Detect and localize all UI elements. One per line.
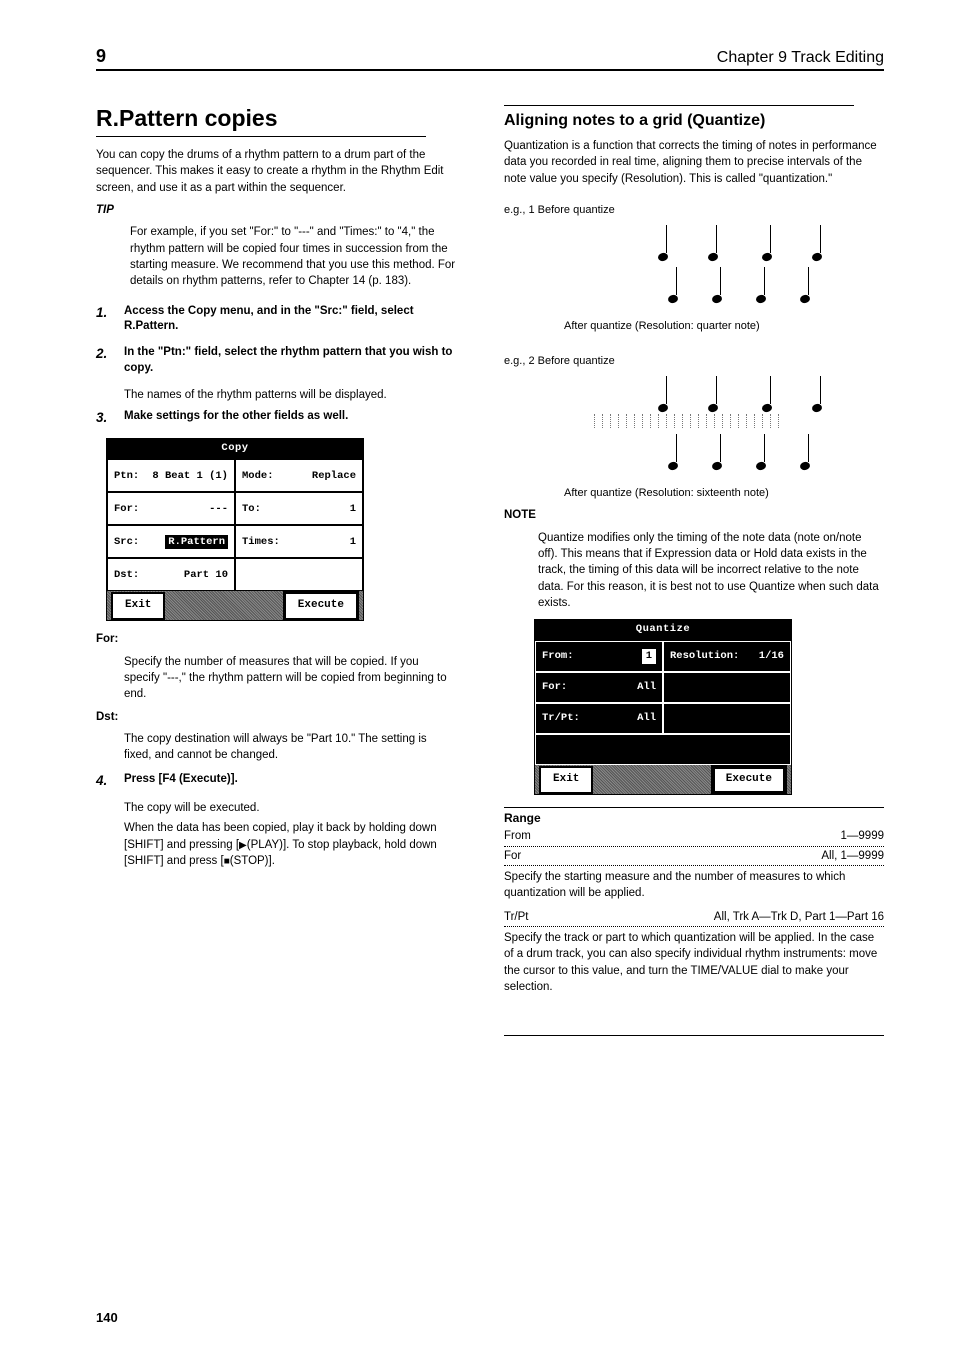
step-2-text: In the "Ptn:" field, select the rhythm p… xyxy=(124,345,456,377)
param-from: From1—9999 xyxy=(504,827,884,846)
topic-heading: R.Pattern copies xyxy=(96,105,456,132)
intro-paragraph: You can copy the drums of a rhythm patte… xyxy=(96,147,456,196)
play-icon xyxy=(239,839,247,851)
copy-ptn-field[interactable]: Ptn:8 Beat 1 (1) xyxy=(107,459,235,492)
tip-body: For example, if you set "For:" to "---" … xyxy=(96,224,456,289)
note-body: Quantize modifies only the timing of the… xyxy=(504,530,884,612)
q-execute-button[interactable]: Execute xyxy=(711,765,787,795)
example2-label: e.g., 2 Before quantize xyxy=(504,354,884,370)
divider xyxy=(504,1035,884,1036)
tick-marks xyxy=(504,414,884,428)
chapter-header: 9 Chapter 9 Track Editing xyxy=(96,46,884,71)
notes-before-1 xyxy=(504,225,884,261)
dst-subtext: The copy destination will always be "Par… xyxy=(124,731,456,764)
copy-exit-button[interactable]: Exit xyxy=(111,592,165,620)
q-resolution-field[interactable]: Resolution:1/16 xyxy=(663,641,791,672)
copy-to-field[interactable]: To:1 xyxy=(235,492,363,525)
copy-dialog: Copy Ptn:8 Beat 1 (1) Mode:Replace For:-… xyxy=(106,438,364,622)
param-desc-1: Specify the starting measure and the num… xyxy=(504,869,884,902)
step-1: 1. Access the Copy menu, and in the "Src… xyxy=(96,304,456,336)
step-3: 3. Make settings for the other fields as… xyxy=(96,409,456,427)
divider xyxy=(504,105,854,106)
step-4-sub1: The copy will be executed. xyxy=(124,800,456,816)
step-3-text: Make settings for the other fields as we… xyxy=(124,409,348,427)
param-trpt: Tr/PtAll, Trk A—Trk D, Part 1—Part 16 xyxy=(504,908,884,927)
q-empty-1 xyxy=(663,672,791,703)
example1-label: e.g., 1 Before quantize xyxy=(504,203,884,219)
divider xyxy=(504,807,884,808)
copy-src-field[interactable]: Src:R.Pattern xyxy=(107,525,235,558)
q-exit-button[interactable]: Exit xyxy=(539,766,593,794)
q-empty-3 xyxy=(535,734,791,765)
q-empty-2 xyxy=(663,703,791,734)
note-label: NOTE xyxy=(504,509,536,521)
copy-mode-field[interactable]: Mode:Replace xyxy=(235,459,363,492)
step-4-sub2: When the data has been copied, play it b… xyxy=(124,820,456,869)
notes-after-2 xyxy=(504,434,884,470)
example2-after-label: After quantize (Resolution: sixteenth no… xyxy=(504,486,884,502)
example1-after-label: After quantize (Resolution: quarter note… xyxy=(504,319,884,335)
section-title: Aligning notes to a grid (Quantize) xyxy=(504,112,884,130)
tip-label: TIP xyxy=(96,204,114,216)
quantize-dialog: Quantize From:1 Resolution:1/16 For:All … xyxy=(534,619,792,795)
section-intro: Quantization is a function that corrects… xyxy=(504,138,884,187)
step-4: 4. Press [F4 (Execute)]. xyxy=(96,772,456,790)
chapter-title: Chapter 9 Track Editing xyxy=(717,49,884,67)
divider xyxy=(96,136,426,137)
q-for-field[interactable]: For:All xyxy=(535,672,663,703)
copy-empty-cell xyxy=(235,558,363,591)
chapter-number: 9 xyxy=(96,46,106,67)
step-1-text: Access the Copy menu, and in the "Src:" … xyxy=(124,304,456,336)
for-sublabel: For: xyxy=(96,633,118,645)
for-subtext: Specify the number of measures that will… xyxy=(124,654,456,703)
notes-after-1 xyxy=(504,267,884,303)
copy-dst-field[interactable]: Dst:Part 10 xyxy=(107,558,235,591)
step-4-text: Press [F4 (Execute)]. xyxy=(124,772,238,790)
page-number: 140 xyxy=(96,1310,118,1325)
dst-sublabel: Dst: xyxy=(96,711,118,723)
quantize-dialog-title: Quantize xyxy=(535,620,791,641)
copy-execute-button[interactable]: Execute xyxy=(283,591,359,621)
q-from-field[interactable]: From:1 xyxy=(535,641,663,672)
copy-times-field[interactable]: Times:1 xyxy=(235,525,363,558)
range-heading: Range xyxy=(504,810,884,827)
step-2-sub: The names of the rhythm patterns will be… xyxy=(124,387,456,403)
param-for: ForAll, 1—9999 xyxy=(504,847,884,866)
copy-for-field[interactable]: For:--- xyxy=(107,492,235,525)
param-desc-2: Specify the track or part to which quant… xyxy=(504,930,884,995)
copy-dialog-title: Copy xyxy=(107,439,363,460)
q-trpt-field[interactable]: Tr/Pt:All xyxy=(535,703,663,734)
step-2: 2. In the "Ptn:" field, select the rhyth… xyxy=(96,345,456,377)
notes-before-2 xyxy=(504,376,884,412)
